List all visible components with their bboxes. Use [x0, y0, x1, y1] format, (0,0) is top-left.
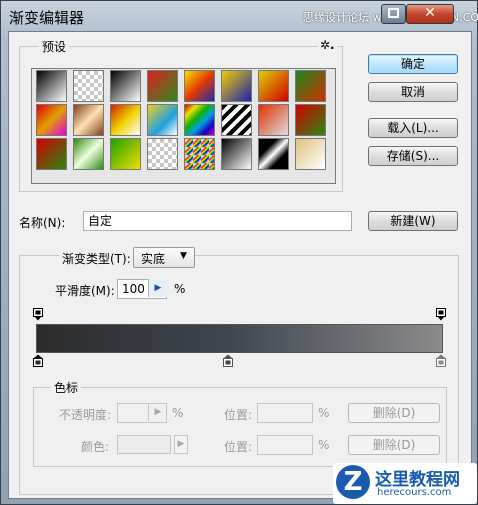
- close-button[interactable]: ✕: [406, 4, 454, 24]
- opacity-stop-left-icon[interactable]: [33, 308, 43, 321]
- preset-swatch[interactable]: [184, 138, 215, 170]
- opacity-delete-button[interactable]: 删除(D): [348, 403, 440, 423]
- opacity-location-label: 位置:: [224, 408, 253, 422]
- maximize-icon: [388, 8, 399, 18]
- maximize-button[interactable]: [381, 4, 406, 24]
- preset-swatch[interactable]: [73, 138, 104, 170]
- color-swatch-box[interactable]: [117, 435, 171, 454]
- color-label: 颜色:: [81, 440, 110, 454]
- presets-menu-gear-icon[interactable]: ✲.: [318, 38, 337, 52]
- opacity-label: 不透明度:: [59, 408, 112, 422]
- opacity-unit: %: [172, 406, 184, 420]
- gradient-preview-bar[interactable]: [36, 324, 443, 353]
- chevron-down-icon: ▼: [180, 251, 187, 261]
- opacity-stop-right-icon[interactable]: [436, 308, 446, 321]
- color-location-unit: %: [318, 438, 330, 452]
- preset-swatch[interactable]: [147, 138, 178, 170]
- opacity-location-input[interactable]: [257, 403, 313, 423]
- color-stop-group: [33, 387, 447, 467]
- preset-swatch[interactable]: [221, 70, 252, 102]
- color-stop-group-title: 色标: [51, 379, 82, 396]
- load-button[interactable]: 载入(L)...: [368, 118, 458, 138]
- smoothness-slider-arrow-icon[interactable]: ▶: [148, 279, 167, 297]
- logo-z-icon: Z: [336, 465, 370, 499]
- watermark-logo: Z 这里教程网 herecours.com: [333, 463, 477, 504]
- preset-swatch[interactable]: [184, 70, 215, 102]
- preset-swatch[interactable]: [73, 70, 104, 102]
- color-location-label: 位置:: [224, 440, 253, 454]
- preset-swatch[interactable]: [221, 104, 252, 136]
- opacity-input[interactable]: ▶: [117, 403, 167, 423]
- preset-swatch[interactable]: [110, 70, 141, 102]
- title-bar[interactable]: 渐变编辑器 思缘设计论坛 www.MISSYUAN.COM ✕: [1, 1, 478, 31]
- color-picker-arrow-icon[interactable]: ▶: [174, 435, 188, 454]
- preset-swatch[interactable]: [295, 104, 326, 136]
- opacity-slider-arrow-icon[interactable]: ▶: [148, 403, 167, 421]
- new-button[interactable]: 新建(W): [368, 211, 458, 231]
- save-button[interactable]: 存储(S)...: [368, 146, 458, 166]
- gradient-type-value: 实底: [141, 252, 166, 266]
- color-stop-mid-icon[interactable]: [223, 354, 233, 367]
- smoothness-input[interactable]: 100 ▶: [117, 279, 167, 299]
- gradient-editor-window: 渐变编辑器 思缘设计论坛 www.MISSYUAN.COM ✕ 预设 ✲. 确定…: [0, 0, 478, 505]
- preset-swatch[interactable]: [36, 70, 67, 102]
- preset-swatch[interactable]: [147, 70, 178, 102]
- color-delete-button[interactable]: 删除(D): [348, 435, 440, 455]
- color-stop-right-icon[interactable]: [436, 354, 446, 367]
- preset-swatch[interactable]: [36, 138, 67, 170]
- ok-button[interactable]: 确定: [368, 54, 458, 74]
- preset-swatch[interactable]: [295, 138, 326, 170]
- smoothness-unit: %: [174, 282, 186, 296]
- gradient-type-select[interactable]: 实底 ▼: [133, 247, 195, 268]
- close-icon: ✕: [424, 5, 436, 21]
- logo-url: herecours.com: [377, 487, 452, 498]
- preset-swatch[interactable]: [295, 70, 326, 102]
- presets-group-title: 预设: [39, 38, 70, 55]
- name-label: 名称(N):: [19, 216, 66, 230]
- cancel-button[interactable]: 取消: [368, 82, 458, 102]
- name-input[interactable]: 自定: [83, 211, 352, 231]
- window-title: 渐变编辑器: [9, 9, 85, 27]
- preset-swatch[interactable]: [36, 104, 67, 136]
- smoothness-label: 平滑度(M):: [55, 284, 115, 298]
- preset-swatch[interactable]: [184, 104, 215, 136]
- color-stop-left-icon[interactable]: [33, 354, 43, 367]
- preset-swatch[interactable]: [258, 138, 289, 170]
- preset-swatch[interactable]: [221, 138, 252, 170]
- preset-swatch[interactable]: [110, 104, 141, 136]
- color-location-input[interactable]: [257, 435, 313, 455]
- preset-swatch[interactable]: [258, 70, 289, 102]
- preset-swatch[interactable]: [110, 138, 141, 170]
- preset-swatch[interactable]: [258, 104, 289, 136]
- preset-swatch-grid: [31, 68, 336, 184]
- smoothness-value: 100: [122, 282, 145, 296]
- dialog-client-area: 预设 ✲. 确定 取消 载入(L)... 存储(S)... 名称(N): 自定 …: [8, 31, 472, 499]
- gradient-type-label: 渐变类型(T):: [59, 250, 134, 267]
- preset-swatch[interactable]: [73, 104, 104, 136]
- preset-swatch[interactable]: [147, 104, 178, 136]
- opacity-location-unit: %: [318, 406, 330, 420]
